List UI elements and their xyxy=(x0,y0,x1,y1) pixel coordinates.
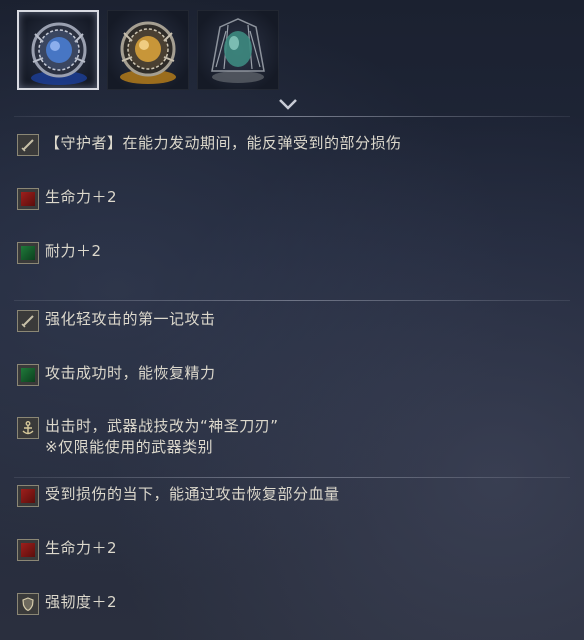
effect-row: 攻击成功时，能恢复精力 xyxy=(17,363,216,386)
effect-text: 受到损伤的当下，能通过攻击恢复部分血量 xyxy=(45,485,340,503)
relic-slot-3[interactable] xyxy=(197,10,279,90)
group-divider xyxy=(14,300,570,301)
effect-note: ※仅限能使用的武器类别 xyxy=(45,438,214,456)
relic-slot-row xyxy=(17,10,279,90)
effect-row: 耐力＋2 xyxy=(17,241,102,264)
effect-row: 受到损伤的当下，能通过攻击恢复部分血量 xyxy=(17,484,340,507)
teal-relic-icon xyxy=(211,18,265,83)
red-square-icon xyxy=(17,539,39,561)
green-square-icon xyxy=(17,242,39,264)
red-square-icon xyxy=(17,188,39,210)
effect-row: 强化轻攻击的第一记攻击 xyxy=(17,309,216,332)
relic-slot-1[interactable] xyxy=(17,10,99,90)
gold-relic-icon xyxy=(120,21,176,84)
effect-text: 攻击成功时，能恢复精力 xyxy=(45,364,216,382)
chevron-down-icon[interactable] xyxy=(278,97,298,111)
header-divider xyxy=(14,116,570,117)
blue-relic-icon xyxy=(31,22,87,85)
relic-slot-2[interactable] xyxy=(107,10,189,90)
red-square-icon xyxy=(17,485,39,507)
green-square-icon xyxy=(17,364,39,386)
effect-text: 生命力＋2 xyxy=(45,539,118,557)
group-divider xyxy=(14,477,570,478)
effect-text: 强韧度＋2 xyxy=(45,593,118,611)
effect-text-block: 出击时，武器战技改为“神圣刀刃” ※仅限能使用的武器类别 xyxy=(45,416,279,458)
shield-icon xyxy=(17,593,39,615)
effect-text: 生命力＋2 xyxy=(45,188,118,206)
effect-text: 强化轻攻击的第一记攻击 xyxy=(45,310,216,328)
effect-row: 生命力＋2 xyxy=(17,538,117,561)
effect-row: 生命力＋2 xyxy=(17,187,117,210)
sword-icon xyxy=(17,134,39,156)
effect-text: 出击时，武器战技改为“神圣刀刃” xyxy=(45,417,279,435)
effect-row: 强韧度＋2 xyxy=(17,592,117,615)
anchor-icon xyxy=(17,417,39,439)
effect-text: 耐力＋2 xyxy=(45,242,102,260)
effect-text: 【守护者】在能力发动期间，能反弹受到的部分损伤 xyxy=(45,134,402,152)
effect-row: 出击时，武器战技改为“神圣刀刃” ※仅限能使用的武器类别 xyxy=(17,416,279,458)
effect-row: 【守护者】在能力发动期间，能反弹受到的部分损伤 xyxy=(17,133,402,156)
sword-icon xyxy=(17,310,39,332)
